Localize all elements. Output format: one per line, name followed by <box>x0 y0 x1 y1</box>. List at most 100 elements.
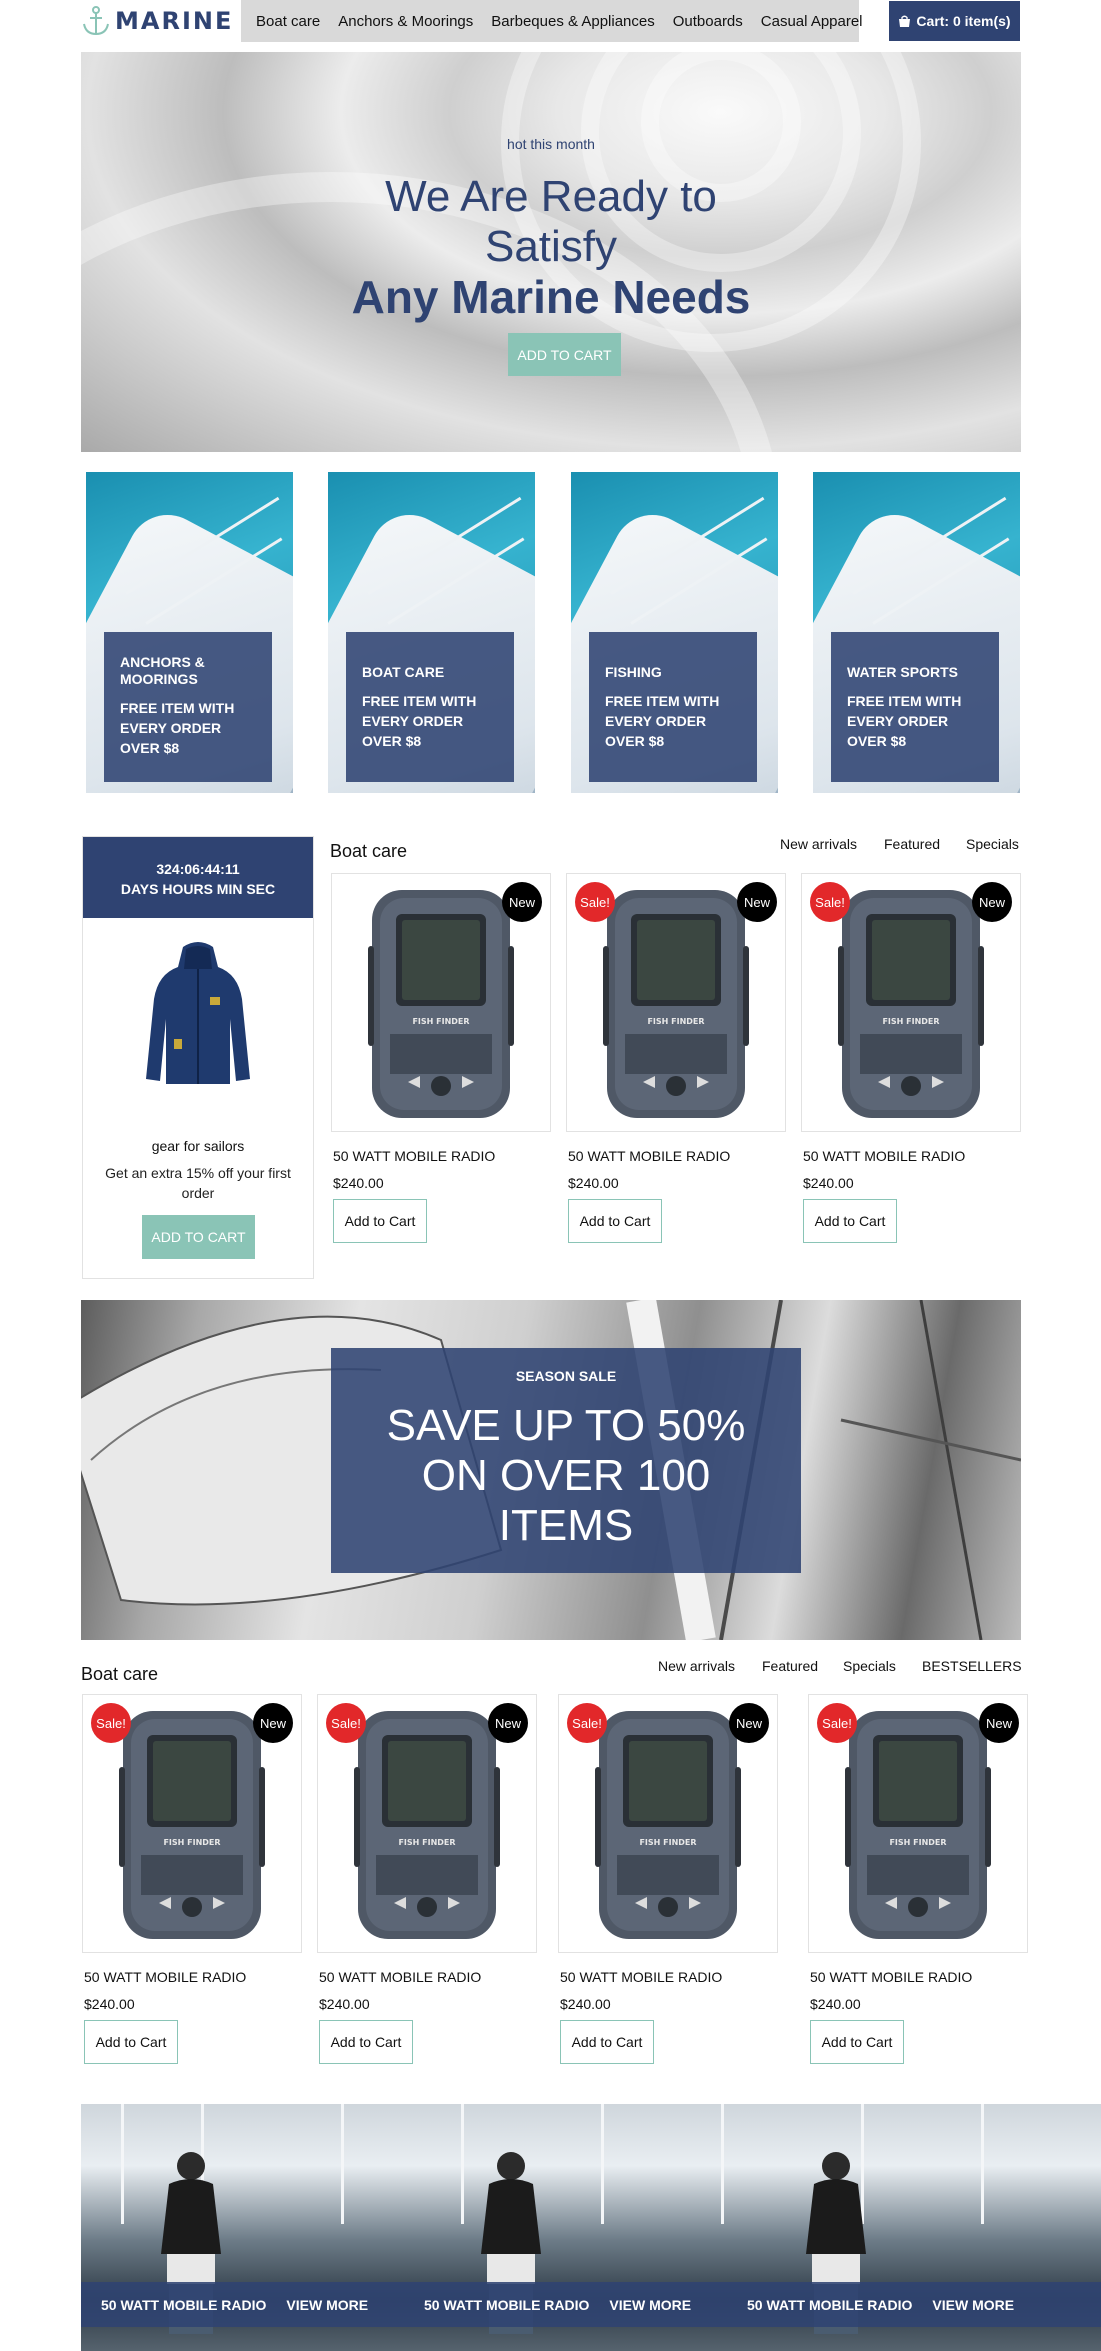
jacket-image[interactable] <box>138 939 258 1089</box>
new-badge: New <box>253 1703 293 1743</box>
deal-box: 324:06:44:11 DAYS HOURS MIN SEC gear for… <box>82 836 314 1279</box>
deal-description: Get an extra 15% off your first order <box>105 1165 291 1201</box>
section-title: Boat care <box>81 1664 159 1684</box>
tab-featured[interactable]: Featured <box>762 1658 818 1674</box>
nav-item-boat-care[interactable]: Boat care <box>256 13 320 30</box>
category-tile-water-sports[interactable]: WATER SPORTS FREE ITEM WITH EVERY ORDER … <box>813 472 1020 793</box>
deal-product-name[interactable]: gear for sailors <box>83 1138 313 1154</box>
logo[interactable]: MARINE <box>81 0 233 42</box>
fish-finder-image: FISH FINDER <box>368 890 514 1118</box>
product-image[interactable]: FISH FINDER Sale! New <box>808 1694 1028 1953</box>
product-name[interactable]: 50 WATT MOBILE RADIO <box>810 1969 972 1985</box>
product-name[interactable]: 50 WATT MOBILE RADIO <box>333 1148 495 1164</box>
category-label: WATER SPORTS FREE ITEM WITH EVERY ORDER … <box>831 632 999 782</box>
cart-button[interactable]: Cart: 0 item(s) <box>889 1 1020 41</box>
category-promo: FREE ITEM WITH EVERY ORDER OVER $8 <box>605 693 720 749</box>
tab-new-arrivals[interactable]: New arrivals <box>658 1658 735 1674</box>
main-nav: Boat care Anchors & Moorings Barbeques &… <box>241 0 863 42</box>
strip-bar: 50 WATT MOBILE RADIO VIEW MORE 50 WATT M… <box>81 2282 1101 2327</box>
product-name[interactable]: 50 WATT MOBILE RADIO <box>84 1969 246 1985</box>
sale-badge: Sale! <box>810 882 850 922</box>
hero-heading-line1: We Are Ready to <box>385 172 717 221</box>
tab-specials[interactable]: Specials <box>843 1658 896 1674</box>
add-to-cart-button[interactable]: Add to Cart <box>84 2020 178 2064</box>
countdown-value: 324:06:44:11 <box>156 861 240 877</box>
sale-badge: Sale! <box>817 1703 857 1743</box>
product-image[interactable]: FISH FINDER Sale! New <box>317 1694 537 1953</box>
strip-product-name: 50 WATT MOBILE RADIO <box>101 2296 267 2313</box>
logo-text: MARINE <box>115 7 234 35</box>
deal-add-to-cart-button[interactable]: ADD TO CART <box>142 1215 255 1259</box>
strip-item: 50 WATT MOBILE RADIO VIEW MORE <box>424 2282 691 2327</box>
hero-heading-line2: Satisfy <box>484 222 618 271</box>
category-title: FISHING <box>605 664 662 680</box>
add-to-cart-button[interactable]: Add to Cart <box>568 1199 662 1243</box>
new-badge: New <box>488 1703 528 1743</box>
strip-product-name: 50 WATT MOBILE RADIO <box>747 2296 913 2313</box>
anchor-icon <box>83 6 109 36</box>
featured-strip: 50 WATT MOBILE RADIO VIEW MORE 50 WATT M… <box>81 2104 1101 2351</box>
category-title: BOAT CARE <box>362 664 445 680</box>
add-to-cart-button[interactable]: Add to Cart <box>803 1199 897 1243</box>
tab-specials[interactable]: Specials <box>966 836 1019 852</box>
new-badge: New <box>502 882 542 922</box>
view-more-link[interactable]: VIEW MORE <box>932 2297 1014 2313</box>
product-name[interactable]: 50 WATT MOBILE RADIO <box>568 1148 730 1164</box>
category-tile-anchors-moorings[interactable]: ANCHORS & MOORINGS FREE ITEM WITH EVERY … <box>86 472 293 793</box>
nav-item-anchors-moorings[interactable]: Anchors & Moorings <box>338 13 473 30</box>
season-sale-banner[interactable]: SEASON SALE SAVE UP TO 50% ON OVER 100 I… <box>81 1300 1021 1640</box>
season-sale-box: SEASON SALE SAVE UP TO 50% ON OVER 100 I… <box>331 1348 801 1573</box>
svg-text:FISH FINDER: FISH FINDER <box>639 1838 696 1847</box>
nav-item-casual-apparel[interactable]: Casual Apparel <box>761 13 863 30</box>
product-image[interactable]: FISH FINDER Sale! New <box>558 1694 778 1953</box>
svg-text:FISH FINDER: FISH FINDER <box>398 1838 455 1847</box>
category-title: ANCHORS & MOORINGS <box>120 654 205 687</box>
svg-text:FISH FINDER: FISH FINDER <box>647 1017 704 1026</box>
new-badge: New <box>979 1703 1019 1743</box>
product-price: $240.00 <box>568 1175 619 1191</box>
section-title: Boat care <box>330 841 408 861</box>
add-to-cart-button[interactable]: Add to Cart <box>560 2020 654 2064</box>
tab-featured[interactable]: Featured <box>884 836 940 852</box>
tab-new-arrivals[interactable]: New arrivals <box>780 836 857 852</box>
view-more-link[interactable]: VIEW MORE <box>286 2297 368 2313</box>
fish-finder-image: FISH FINDER <box>845 1711 991 1939</box>
product-price: $240.00 <box>319 1996 370 2012</box>
svg-text:FISH FINDER: FISH FINDER <box>163 1838 220 1847</box>
product-name[interactable]: 50 WATT MOBILE RADIO <box>560 1969 722 1985</box>
new-badge: New <box>729 1703 769 1743</box>
category-label: FISHING FREE ITEM WITH EVERY ORDER OVER … <box>589 632 757 782</box>
fish-finder-image: FISH FINDER <box>119 1711 265 1939</box>
view-more-link[interactable]: VIEW MORE <box>609 2297 691 2313</box>
category-label: BOAT CARE FREE ITEM WITH EVERY ORDER OVE… <box>346 632 514 782</box>
tab-bestsellers[interactable]: BESTSELLERS <box>922 1658 1022 1674</box>
sale-badge: Sale! <box>567 1703 607 1743</box>
add-to-cart-button[interactable]: Add to Cart <box>810 2020 904 2064</box>
add-to-cart-button[interactable]: Add to Cart <box>319 2020 413 2064</box>
strip-item: 50 WATT MOBILE RADIO VIEW MORE <box>747 2282 1014 2327</box>
product-image[interactable]: FISH FINDER New <box>331 873 551 1132</box>
hero-banner: hot this month We Are Ready to Satisfy A… <box>81 52 1021 452</box>
category-promo: FREE ITEM WITH EVERY ORDER OVER $8 <box>847 693 962 749</box>
nav-item-barbeques-appliances[interactable]: Barbeques & Appliances <box>491 13 654 30</box>
product-image[interactable]: FISH FINDER Sale! New <box>801 873 1021 1132</box>
category-tile-boat-care[interactable]: BOAT CARE FREE ITEM WITH EVERY ORDER OVE… <box>328 472 535 793</box>
category-tile-fishing[interactable]: FISHING FREE ITEM WITH EVERY ORDER OVER … <box>571 472 778 793</box>
fish-finder-image: FISH FINDER <box>838 890 984 1118</box>
category-title: WATER SPORTS <box>847 664 958 680</box>
add-to-cart-button[interactable]: Add to Cart <box>333 1199 427 1243</box>
category-label: ANCHORS & MOORINGS FREE ITEM WITH EVERY … <box>104 632 272 782</box>
hero-add-to-cart-button[interactable]: ADD TO CART <box>508 333 621 376</box>
category-promo: FREE ITEM WITH EVERY ORDER OVER $8 <box>362 693 477 749</box>
product-price: $240.00 <box>810 1996 861 2012</box>
new-badge: New <box>737 882 777 922</box>
product-image[interactable]: FISH FINDER Sale! New <box>566 873 786 1132</box>
svg-text:FISH FINDER: FISH FINDER <box>412 1017 469 1026</box>
nav-item-outboards[interactable]: Outboards <box>673 13 743 30</box>
product-name[interactable]: 50 WATT MOBILE RADIO <box>319 1969 481 1985</box>
sale-badge: Sale! <box>575 882 615 922</box>
product-name[interactable]: 50 WATT MOBILE RADIO <box>803 1148 965 1164</box>
product-image[interactable]: FISH FINDER Sale! New <box>82 1694 302 1953</box>
countdown-units: DAYS HOURS MIN SEC <box>120 881 276 897</box>
sale-badge: Sale! <box>326 1703 366 1743</box>
